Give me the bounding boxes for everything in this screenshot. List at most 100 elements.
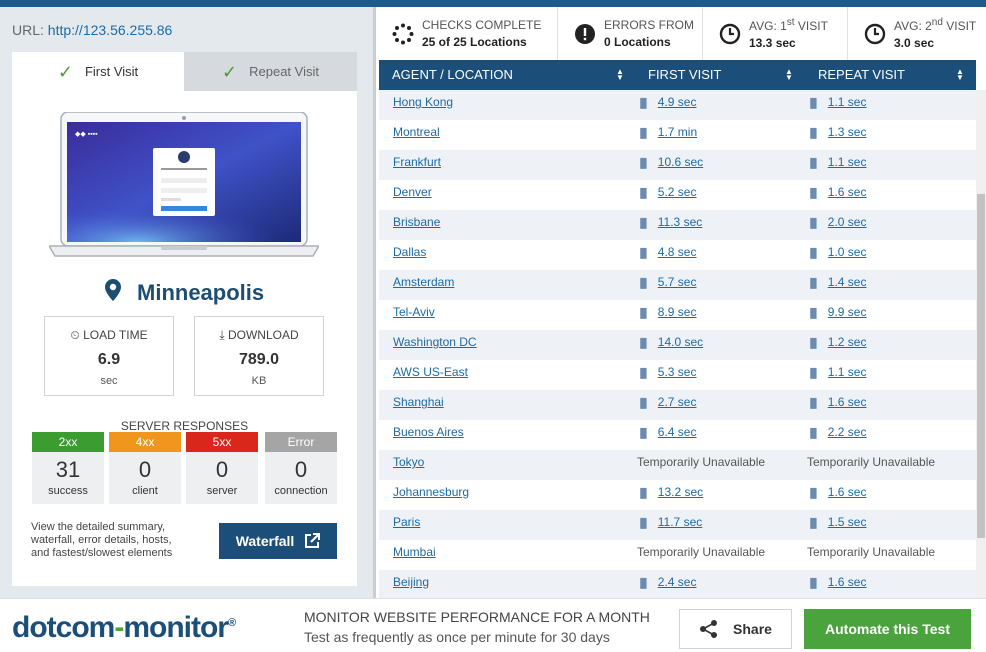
bar-chart-icon[interactable]: ▐▌ (807, 338, 820, 348)
table-scrollbar[interactable] (976, 90, 986, 598)
bar-chart-icon[interactable]: ▐▌ (807, 158, 820, 168)
bar-chart-icon[interactable]: ▐▌ (807, 398, 820, 408)
location-link[interactable]: Denver (393, 177, 432, 207)
location-link[interactable]: Tel-Aviv (393, 297, 435, 327)
location-link[interactable]: Hong Kong (393, 90, 453, 117)
repeat-visit-time-link[interactable]: 9.9 sec (828, 305, 867, 319)
sort-icon[interactable]: ▲ ▼ (785, 68, 793, 82)
repeat-visit-time-link[interactable]: 1.4 sec (828, 275, 867, 289)
repeat-visit-time-link[interactable]: 1.6 sec (828, 485, 867, 499)
repeat-visit-time-link[interactable]: 1.2 sec (828, 335, 867, 349)
bar-chart-icon[interactable]: ▐▌ (637, 188, 650, 198)
first-visit-time-link[interactable]: 14.0 sec (658, 335, 703, 349)
response-5xx[interactable]: 5xx 0 server (186, 432, 258, 504)
repeat-visit-time-link[interactable]: 1.6 sec (828, 575, 867, 589)
bar-chart-icon[interactable]: ▐▌ (637, 308, 650, 318)
first-visit-time-link[interactable]: 5.7 sec (658, 275, 697, 289)
repeat-visit-time-link[interactable]: 1.1 sec (828, 365, 867, 379)
bar-chart-icon[interactable]: ▐▌ (637, 158, 650, 168)
first-visit-time-link[interactable]: 6.4 sec (658, 425, 697, 439)
first-visit-cell: Temporarily Unavailable (637, 545, 766, 559)
first-visit-time-link[interactable]: 2.7 sec (658, 395, 697, 409)
response-4xx[interactable]: 4xx 0 client (109, 432, 181, 504)
first-visit-time-link[interactable]: 2.4 sec (658, 575, 697, 589)
location-link[interactable]: Mumbai (393, 537, 436, 567)
bar-chart-icon[interactable]: ▐▌ (637, 578, 650, 588)
bar-chart-icon[interactable]: ▐▌ (807, 308, 820, 318)
first-visit-time-link[interactable]: 11.7 sec (658, 515, 702, 529)
automate-test-button[interactable]: Automate this Test (804, 609, 971, 649)
repeat-visit-time-link[interactable]: 1.6 sec (828, 185, 867, 199)
repeat-visit-time-link[interactable]: 1.1 sec (828, 95, 867, 109)
location-link[interactable]: Frankfurt (393, 147, 441, 177)
col-header-first-visit[interactable]: FIRST VISIT (648, 60, 721, 90)
first-visit-time-link[interactable]: 10.6 sec (658, 155, 703, 169)
first-visit-time-link[interactable]: 4.8 sec (658, 245, 697, 259)
first-visit-time-link[interactable]: 11.3 sec (658, 215, 702, 229)
repeat-visit-time-link[interactable]: 1.0 sec (828, 245, 867, 259)
sort-icon[interactable]: ▲ ▼ (616, 68, 624, 82)
first-visit-time-link[interactable]: 5.3 sec (658, 365, 697, 379)
location-link[interactable]: Johannesburg (393, 477, 469, 507)
brand-logo[interactable]: dotcom-monitor® (12, 611, 236, 645)
bar-chart-icon[interactable]: ▐▌ (637, 428, 650, 438)
bar-chart-icon[interactable]: ▐▌ (637, 128, 650, 138)
bar-chart-icon[interactable]: ▐▌ (807, 518, 820, 528)
response-2xx[interactable]: 2xx 31 success (32, 432, 104, 504)
location-link[interactable]: Brisbane (393, 207, 440, 237)
col-header-location[interactable]: AGENT / LOCATION (392, 60, 513, 90)
tab-repeat-visit[interactable]: ✓ Repeat Visit (184, 52, 357, 91)
col-header-repeat-visit[interactable]: REPEAT VISIT (818, 60, 905, 90)
bar-chart-icon[interactable]: ▐▌ (637, 518, 650, 528)
scrollbar-thumb[interactable] (977, 194, 985, 538)
bar-chart-icon[interactable]: ▐▌ (637, 278, 650, 288)
first-visit-cell: ▐▌ 6.4 sec (637, 417, 696, 448)
first-visit-time-link[interactable]: 1.7 min (658, 125, 697, 139)
bar-chart-icon[interactable]: ▐▌ (637, 398, 650, 408)
location-link[interactable]: Paris (393, 507, 420, 537)
location-link[interactable]: Montreal (393, 117, 440, 147)
location-link[interactable]: Dallas (393, 237, 426, 267)
bar-chart-icon[interactable]: ▐▌ (637, 488, 650, 498)
bar-chart-icon[interactable]: ▐▌ (807, 428, 820, 438)
repeat-visit-time-link[interactable]: 1.3 sec (828, 125, 867, 139)
repeat-visit-time-link[interactable]: 1.5 sec (828, 515, 867, 529)
bar-chart-icon[interactable]: ▐▌ (637, 218, 650, 228)
repeat-visit-time-link[interactable]: 1.1 sec (828, 155, 867, 169)
repeat-visit-time-link[interactable]: 2.0 sec (828, 215, 867, 229)
share-button[interactable]: Share (679, 609, 792, 649)
response-error[interactable]: Error 0 connection (265, 432, 337, 504)
location-link[interactable]: Buenos Aires (393, 417, 464, 447)
bar-chart-icon[interactable]: ▐▌ (637, 338, 650, 348)
bar-chart-icon[interactable]: ▐▌ (807, 488, 820, 498)
waterfall-button[interactable]: Waterfall (219, 523, 337, 559)
bar-chart-icon[interactable]: ▐▌ (807, 128, 820, 138)
bar-chart-icon[interactable]: ▐▌ (637, 248, 650, 258)
location-link[interactable]: Amsterdam (393, 267, 454, 297)
bar-chart-icon[interactable]: ▐▌ (807, 578, 820, 588)
bar-chart-icon[interactable]: ▐▌ (637, 98, 650, 108)
first-visit-time-link[interactable]: 5.2 sec (658, 185, 697, 199)
first-visit-time-link[interactable]: 8.9 sec (658, 305, 697, 319)
location-link[interactable]: AWS US-East (393, 357, 468, 387)
bar-chart-icon[interactable]: ▐▌ (807, 368, 820, 378)
repeat-visit-time-link[interactable]: 1.6 sec (828, 395, 867, 409)
page-screenshot-thumbnail[interactable]: ◆◆ ▪▪▪▪ (49, 112, 319, 262)
tab-first-visit[interactable]: ✓ First Visit (12, 52, 184, 91)
location-link[interactable]: Washington DC (393, 327, 477, 357)
bar-chart-icon[interactable]: ▐▌ (637, 368, 650, 378)
first-visit-cell: ▐▌ 11.3 sec (637, 207, 702, 238)
repeat-visit-time-link[interactable]: 2.2 sec (828, 425, 867, 439)
location-link[interactable]: Shanghai (393, 387, 444, 417)
first-visit-time-link[interactable]: 13.2 sec (658, 485, 703, 499)
url-link[interactable]: http://123.56.255.86 (48, 22, 173, 38)
bar-chart-icon[interactable]: ▐▌ (807, 278, 820, 288)
location-link[interactable]: Beijing (393, 567, 429, 597)
bar-chart-icon[interactable]: ▐▌ (807, 98, 820, 108)
first-visit-time-link[interactable]: 4.9 sec (658, 95, 697, 109)
sort-icon[interactable]: ▲ ▼ (956, 68, 964, 82)
bar-chart-icon[interactable]: ▐▌ (807, 218, 820, 228)
bar-chart-icon[interactable]: ▐▌ (807, 188, 820, 198)
location-link[interactable]: Tokyo (393, 447, 424, 477)
bar-chart-icon[interactable]: ▐▌ (807, 248, 820, 258)
